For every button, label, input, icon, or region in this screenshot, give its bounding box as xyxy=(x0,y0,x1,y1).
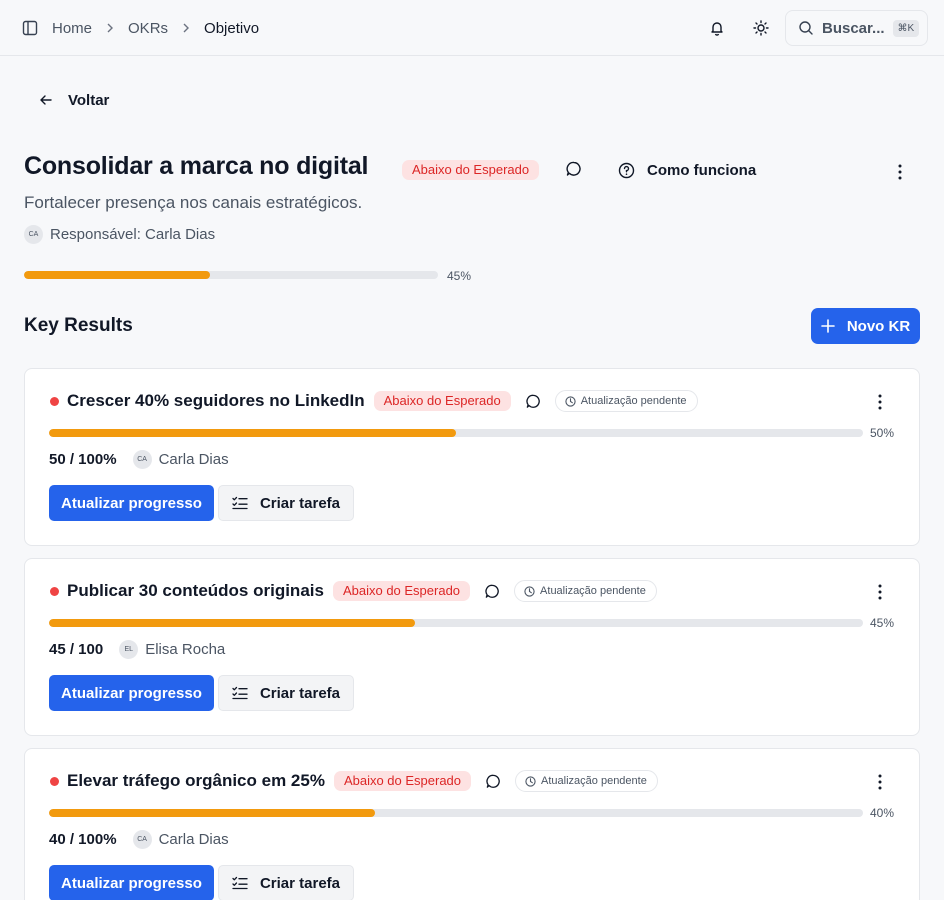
kr-title-row: Publicar 30 conteúdos originais Abaixo d… xyxy=(67,580,657,602)
objective-status-badge: Abaixo do Esperado xyxy=(402,160,540,180)
pending-update-label: Atualização pendente xyxy=(540,585,646,597)
sidebar-toggle-icon[interactable] xyxy=(20,18,40,38)
objective-progress-fill xyxy=(24,271,211,279)
checklist-icon xyxy=(232,686,260,700)
breadcrumb-current: Objetivo xyxy=(204,19,260,37)
checklist-icon xyxy=(232,496,260,510)
clock-icon xyxy=(565,395,581,407)
create-task-label: Criar tarefa xyxy=(259,494,341,512)
arrow-left-icon xyxy=(38,92,68,108)
back-button[interactable]: Voltar xyxy=(38,88,109,112)
kr-value-row: 45 / 100 EL Elisa Rocha xyxy=(49,639,225,659)
objective-owner: CA Responsável: Carla Dias xyxy=(24,224,215,244)
kr-title: Elevar tráfego orgânico em 25% xyxy=(67,771,325,790)
chevron-right-icon xyxy=(182,23,190,33)
avatar: CA xyxy=(132,449,152,469)
pending-update-label: Atualização pendente xyxy=(541,775,647,787)
avatar: CA xyxy=(132,829,152,849)
comment-icon[interactable] xyxy=(525,392,543,410)
kr-progress-fill xyxy=(49,619,416,627)
objective-title: Consolidar a marca no digital xyxy=(24,152,369,180)
more-vertical-icon[interactable] xyxy=(890,162,910,182)
pending-update-badge: Atualização pendente xyxy=(514,580,657,602)
bell-icon[interactable] xyxy=(705,16,729,40)
status-dot xyxy=(50,587,59,596)
search-shortcut: ⌘K xyxy=(892,19,920,37)
kr-card: Crescer 40% seguidores no LinkedIn Abaix… xyxy=(24,368,920,546)
kr-owner: Carla Dias xyxy=(158,450,229,468)
help-circle-icon xyxy=(618,162,647,179)
kr-status-badge: Abaixo do Esperado xyxy=(373,391,511,411)
create-task-button[interactable]: Criar tarefa xyxy=(218,675,354,711)
objective-subtitle: Fortalecer presença nos canais estratégi… xyxy=(24,193,363,212)
kr-progress-label: 40% xyxy=(870,806,895,820)
objective-owner-label: Responsável: Carla Dias xyxy=(50,225,216,243)
kr-title: Publicar 30 conteúdos originais xyxy=(67,581,324,600)
update-progress-button[interactable]: Atualizar progresso xyxy=(49,865,214,900)
top-bar: Home OKRs Objetivo Buscar... ⌘K xyxy=(0,0,944,56)
more-vertical-icon[interactable] xyxy=(870,772,890,792)
create-task-label: Criar tarefa xyxy=(259,874,341,892)
kr-progress-label: 50% xyxy=(870,426,895,440)
kr-progress-bar xyxy=(49,429,863,437)
kr-card: Publicar 30 conteúdos originais Abaixo d… xyxy=(24,558,920,736)
pending-update-label: Atualização pendente xyxy=(580,395,687,407)
kr-title-row: Elevar tráfego orgânico em 25% Abaixo do… xyxy=(67,770,658,792)
kr-progress-fill xyxy=(49,809,375,817)
objective-progress-label: 45% xyxy=(447,269,472,283)
how-it-works-button[interactable]: Como funciona xyxy=(618,160,756,180)
kr-title: Crescer 40% seguidores no LinkedIn xyxy=(67,391,365,410)
update-progress-button[interactable]: Atualizar progresso xyxy=(49,675,214,711)
create-task-button[interactable]: Criar tarefa xyxy=(218,865,354,900)
comment-icon[interactable] xyxy=(485,772,503,790)
kr-owner: Elisa Rocha xyxy=(145,640,226,658)
status-dot xyxy=(50,777,59,786)
clock-icon xyxy=(524,585,540,597)
sun-icon[interactable] xyxy=(749,16,773,40)
back-label: Voltar xyxy=(68,91,110,109)
more-vertical-icon[interactable] xyxy=(870,392,890,412)
pending-update-badge: Atualização pendente xyxy=(554,390,698,412)
chevron-right-icon xyxy=(106,23,114,33)
search-icon xyxy=(798,20,814,36)
breadcrumb: Home OKRs Objetivo xyxy=(52,0,259,56)
status-dot xyxy=(50,397,59,406)
kr-card: Elevar tráfego orgânico em 25% Abaixo do… xyxy=(24,748,920,900)
new-kr-label: Novo KR xyxy=(846,317,911,335)
kr-progress-fill xyxy=(49,429,456,437)
avatar: EL xyxy=(119,639,139,659)
kr-value-row: 50 / 100% CA Carla Dias xyxy=(49,449,229,469)
kr-value-row: 40 / 100% CA Carla Dias xyxy=(49,829,229,849)
create-task-button[interactable]: Criar tarefa xyxy=(218,485,354,521)
kr-progress-bar xyxy=(49,619,863,627)
kr-current-value: 45 / 100 xyxy=(49,640,104,658)
search-label: Buscar... xyxy=(822,19,885,37)
avatar: CA xyxy=(24,224,43,244)
pending-update-badge: Atualização pendente xyxy=(515,770,658,792)
how-it-works-label: Como funciona xyxy=(647,161,757,179)
kr-status-badge: Abaixo do Esperado xyxy=(333,771,472,791)
kr-progress-bar xyxy=(49,809,863,817)
kr-owner: Carla Dias xyxy=(158,830,229,848)
create-task-label: Criar tarefa xyxy=(259,684,341,702)
more-vertical-icon[interactable] xyxy=(870,582,890,602)
kr-progress-label: 45% xyxy=(870,616,895,630)
kr-status-badge: Abaixo do Esperado xyxy=(332,581,471,601)
update-progress-button[interactable]: Atualizar progresso xyxy=(49,485,214,521)
breadcrumb-home[interactable]: Home xyxy=(52,20,92,37)
checklist-icon xyxy=(232,876,260,890)
kr-current-value: 50 / 100% xyxy=(49,450,117,468)
comment-icon[interactable] xyxy=(484,582,502,600)
breadcrumb-okrs[interactable]: OKRs xyxy=(128,20,168,37)
plus-icon xyxy=(821,319,847,333)
search-box[interactable]: Buscar... ⌘K xyxy=(785,10,928,46)
new-kr-button[interactable]: Novo KR xyxy=(811,308,920,344)
key-results-heading: Key Results xyxy=(24,315,133,336)
comment-icon[interactable] xyxy=(565,160,585,180)
objective-progress-bar xyxy=(24,271,438,279)
kr-current-value: 40 / 100% xyxy=(49,830,117,848)
kr-title-row: Crescer 40% seguidores no LinkedIn Abaix… xyxy=(67,390,698,412)
clock-icon xyxy=(525,775,541,787)
